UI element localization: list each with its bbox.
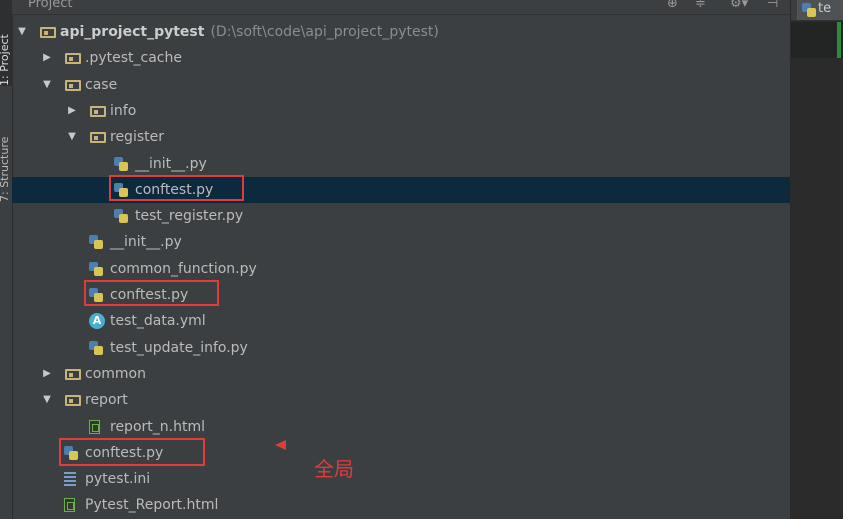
expand-arrow-right-icon[interactable]: ▶ [66,98,78,124]
project-path: (D:\soft\code\api_project_pytest) [210,24,439,40]
highlight-box [84,280,219,306]
tree-row-case[interactable]: ▼ case [12,72,790,98]
python-file-icon [114,209,128,224]
project-tree: ▼ api_project_pytest (D:\soft\code\api_pro… [12,19,790,519]
tree-item-name: api_project_pytest [60,24,205,40]
html-file-icon [89,419,100,434]
tree-item-name: report [85,392,128,409]
expand-arrow-right-icon[interactable]: ▶ [41,361,53,387]
python-file-icon [89,235,103,250]
folder-icon [65,53,81,65]
annotation-arrow-icon [275,440,286,450]
tree-item-name: test_data.yml [110,313,206,330]
tree-item-name: register [110,129,164,146]
ini-file-icon [64,472,76,487]
python-file-icon [89,340,103,355]
tree-row-root[interactable]: ▼ api_project_pytest (D:\soft\code\api_pro… [12,19,790,45]
folder-icon [65,368,81,380]
tree-row-register_conftest[interactable]: conftest.py [12,174,790,203]
highlight-box [59,437,205,466]
tree-item-label: pytest.ini [85,466,150,492]
tree-row-case_conftest[interactable]: conftest.py [12,280,790,308]
tree-row-register[interactable]: ▼ register [12,124,790,150]
project-panel-header: Project ⊕ ≑ ⚙▾ ⊣ [12,0,790,15]
tree-item-label: case [85,72,117,98]
yaml-file-icon: A [89,313,105,330]
tree-item-name: Pytest_Report.html [85,497,219,514]
tree-item-name: info [110,102,137,119]
tree-item-name: common [85,365,146,382]
tree-item-label: Pytest_Report.html [85,492,218,518]
tree-row-pytest_ini[interactable]: pytest.ini [12,466,790,492]
expand-arrow-right-icon[interactable]: ▶ [41,45,53,71]
tree-item-label: api_project_pytest (D:\soft\code\api_proj… [60,19,439,45]
tree-item-name: case [85,76,118,93]
tree-item-name: test_register.py [135,208,244,225]
panel-title[interactable]: Project [28,0,72,11]
tree-item-label: report [85,387,128,413]
tree-item-name: __init__.py [110,234,182,251]
tree-row-test_register[interactable]: test_register.py [12,203,790,229]
settings-target-icon[interactable]: ⊕ [667,0,678,11]
editor-gutter [791,22,843,58]
tree-row-pytest_report[interactable]: Pytest_Report.html [12,492,790,518]
folder-icon [65,395,81,407]
tree-item-label: report_n.html [110,414,205,440]
gear-icon[interactable]: ⚙▾ [730,0,748,11]
folder-icon [40,27,56,38]
tree-item-label: __init__.py [110,229,182,255]
editor-tab-bar: te [791,0,843,21]
tree-item-name: report_n.html [110,418,205,435]
tree-row-pytest_cache[interactable]: ▶ .pytest_cache [12,45,790,71]
expand-arrow-down-icon[interactable]: ▼ [41,387,53,413]
python-file-icon [114,156,128,171]
expand-arrow-down-icon[interactable]: ▼ [66,124,78,150]
folder-icon [90,132,106,144]
tree-row-info[interactable]: ▶ info [12,98,790,124]
tree-item-label: info [110,98,136,124]
tree-item-label: common [85,361,146,387]
tree-item-label: test_update_info.py [110,335,248,361]
expand-arrow-down-icon[interactable]: ▼ [41,72,53,98]
hide-icon[interactable]: ⊣ [767,0,778,11]
tree-item-label: register [110,124,164,150]
annotation-label: 全局 [314,457,354,481]
tree-item-label: .pytest_cache [85,45,182,71]
tree-row-test_update_info[interactable]: test_update_info.py [12,335,790,361]
python-file-icon [802,3,816,17]
folder-icon [90,105,106,117]
tree-item-name: common_function.py [110,260,257,277]
tree-row-root_conftest[interactable]: conftest.py [12,437,790,466]
editor-tab-label: te [818,1,832,16]
tree-item-label: common_function.py [110,256,257,282]
folder-icon [65,79,81,91]
tree-item-name: .pytest_cache [85,50,182,67]
tree-row-test_data[interactable]: Atest_data.yml [12,308,790,334]
tree-row-report[interactable]: ▼ report [12,387,790,413]
editor-area: te [790,0,843,519]
tree-row-common[interactable]: ▶ common [12,361,790,387]
collapse-icon[interactable]: ≑ [695,0,706,11]
tree-item-label: test_data.yml [110,308,206,334]
tree-item-name: pytest.ini [85,471,151,488]
change-marker [837,22,841,58]
html-file-icon [64,498,75,513]
tree-item-label: test_register.py [135,203,243,229]
tree-row-case_init[interactable]: __init__.py [12,229,790,255]
tree-item-name: __init__.py [135,155,207,172]
tree-row-report_n[interactable]: report_n.html [12,414,790,440]
tree-item-label: __init__.py [135,151,207,177]
python-file-icon [89,261,103,276]
expand-arrow-down-icon[interactable]: ▼ [16,19,28,45]
tree-row-register_init[interactable]: __init__.py [12,151,790,177]
tree-row-common_function[interactable]: common_function.py [12,256,790,282]
editor-tab[interactable]: te [797,0,843,20]
highlight-box [109,174,244,201]
tree-item-name: test_update_info.py [110,339,248,356]
